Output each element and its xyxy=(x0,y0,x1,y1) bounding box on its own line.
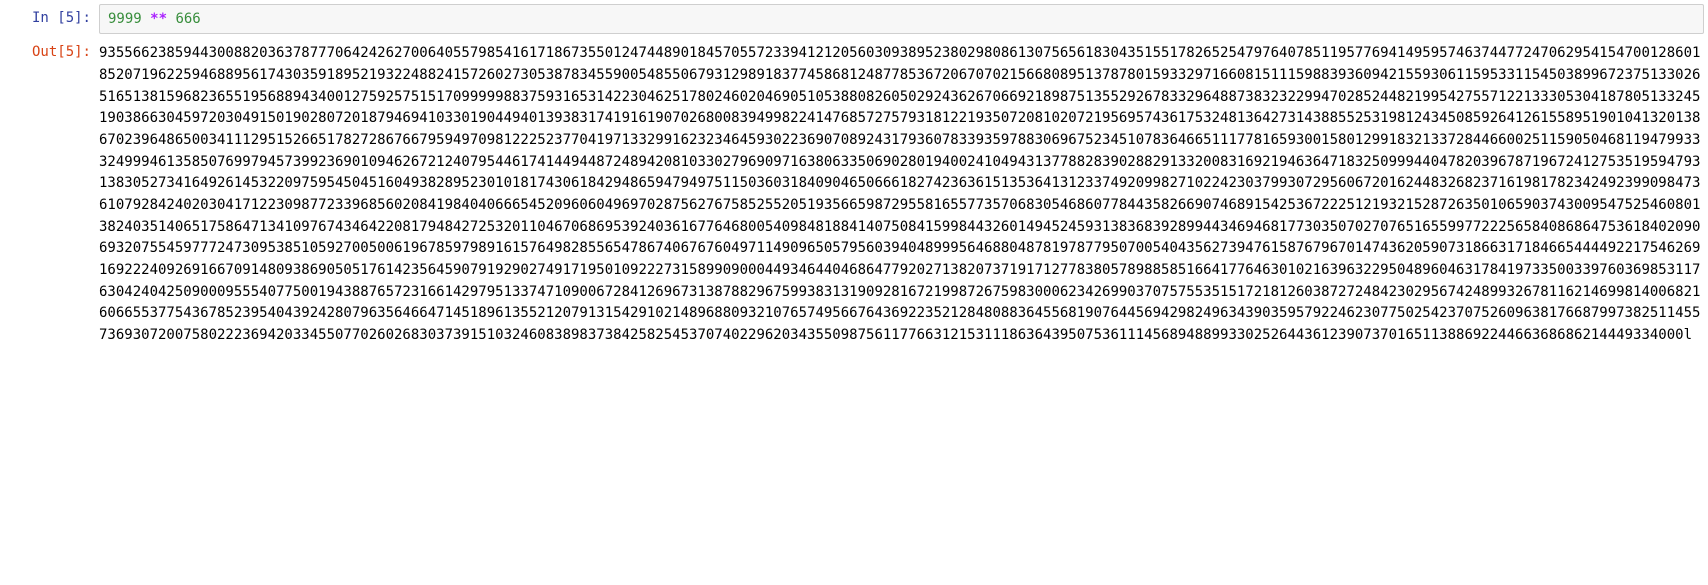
output-cell: Out[5]: 93556623859443008820363787770642… xyxy=(4,38,1704,352)
code-number-1: 9999 xyxy=(108,11,142,27)
input-cell: In [5]: 9999 ** 666 xyxy=(4,4,1704,34)
code-number-2: 666 xyxy=(175,11,200,27)
code-input[interactable]: 9999 ** 666 xyxy=(99,4,1704,34)
input-prompt: In [5]: xyxy=(4,4,99,34)
code-operator: ** xyxy=(150,11,167,27)
output-prompt: Out[5]: xyxy=(4,38,99,352)
output-text: 9355662385944300882036378777064242627006… xyxy=(99,38,1704,352)
